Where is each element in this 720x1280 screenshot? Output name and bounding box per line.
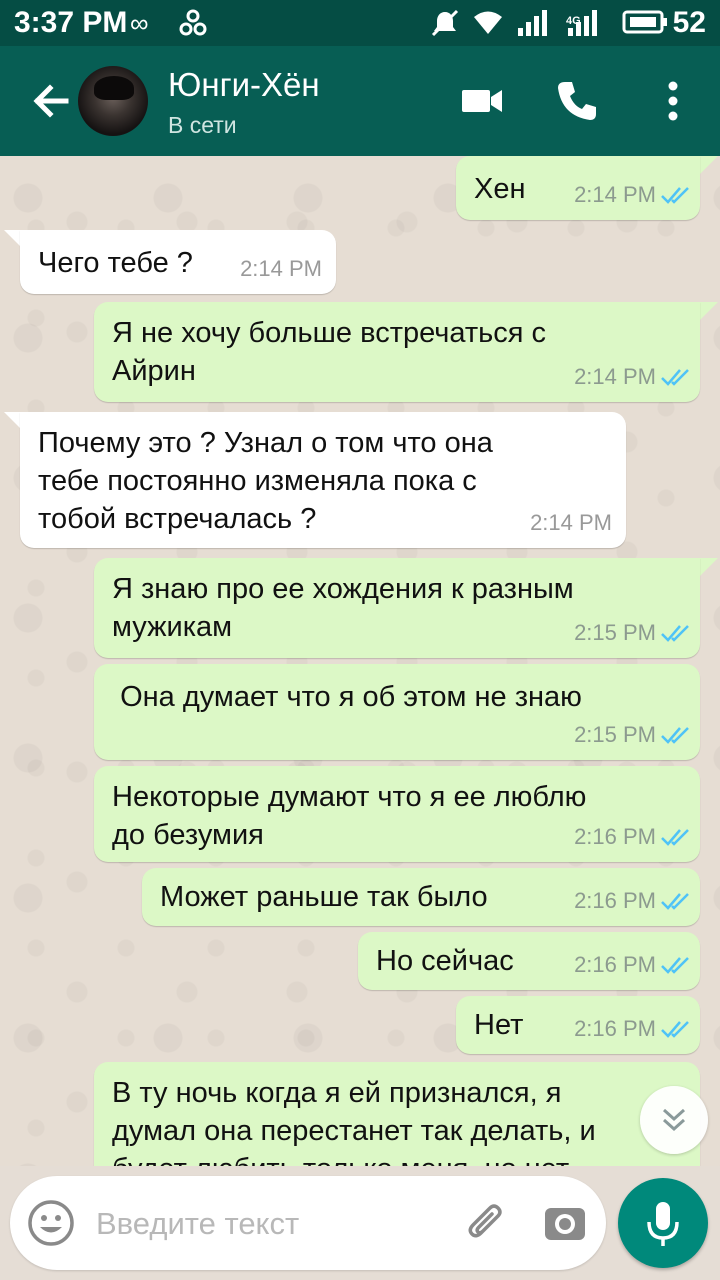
- video-call-button[interactable]: [458, 76, 508, 126]
- message-bubble-incoming[interactable]: Почему это ? Узнал о том что она тебе по…: [20, 412, 626, 548]
- message-meta: 2:16 PM: [574, 946, 692, 984]
- bubble-tail: [700, 302, 718, 320]
- message-text: Может раньше так было: [160, 881, 488, 913]
- battery-icon: [622, 8, 668, 42]
- battery-level: 52: [672, 6, 706, 39]
- double-chevron-down-icon: [662, 1108, 686, 1132]
- infinity-icon: ∞: [130, 8, 149, 38]
- attach-button[interactable]: [462, 1198, 512, 1248]
- camera-icon: [545, 1208, 585, 1240]
- message-bubble-outgoing[interactable]: Может раньше так было 2:16 PM: [142, 868, 700, 926]
- message-time: 2:14 PM: [530, 510, 612, 535]
- message-time: 2:15 PM: [574, 620, 656, 645]
- message-time: 2:16 PM: [574, 824, 656, 849]
- emoji-icon: [28, 1200, 74, 1246]
- microphone-icon: [647, 1202, 679, 1246]
- message-time: 2:15 PM: [574, 722, 656, 747]
- scroll-to-bottom-button[interactable]: [640, 1086, 708, 1154]
- message-text: В ту ночь когда я ей признался, я думал …: [112, 1077, 596, 1166]
- wifi-icon: [472, 8, 504, 42]
- more-options-button[interactable]: [648, 76, 698, 126]
- message-text: Я знаю про ее хождения к разным мужикам: [112, 573, 574, 643]
- emoji-button[interactable]: [26, 1198, 76, 1248]
- camera-button[interactable]: [540, 1198, 590, 1248]
- read-receipt-icon: [661, 369, 689, 386]
- message-bubble-outgoing[interactable]: Нет 2:16 PM: [456, 996, 700, 1054]
- bubble-tail: [700, 558, 718, 576]
- mute-icon: [430, 8, 460, 44]
- chat-messages-area[interactable]: Хен 2:14 PM Чего тебе ? 2:14 PM Я не хоч…: [0, 156, 720, 1166]
- chat-header: Юнги-Хён В сети: [0, 46, 720, 156]
- message-meta: 2:14 PM: [530, 504, 612, 542]
- message-time: 2:14 PM: [240, 256, 322, 281]
- phone-icon: [558, 82, 596, 120]
- message-bubble-outgoing[interactable]: Я знаю про ее хождения к разным мужикам …: [94, 558, 700, 658]
- message-text: Чего тебе ?: [38, 247, 193, 279]
- mic-button[interactable]: [618, 1178, 708, 1268]
- status-time: 3:37 PM: [14, 6, 128, 39]
- message-bubble-outgoing[interactable]: Она думает что я об этом не знаю 2:15 PM: [94, 664, 700, 760]
- message-text: Почему это ? Узнал о том что она тебе по…: [38, 427, 493, 535]
- message-meta: 2:15 PM: [574, 716, 692, 754]
- message-meta: 2:16 PM: [574, 818, 692, 856]
- message-meta: 2:16 PM: [574, 1010, 692, 1048]
- message-bubble-outgoing[interactable]: Но сейчас 2:16 PM: [358, 932, 700, 990]
- read-receipt-icon: [661, 625, 689, 642]
- message-time: 2:14 PM: [574, 182, 656, 207]
- message-time: 2:14 PM: [574, 364, 656, 389]
- message-bubble-outgoing[interactable]: В ту ночь когда я ей признался, я думал …: [94, 1062, 700, 1166]
- voice-call-button[interactable]: [552, 76, 602, 126]
- read-receipt-icon: [661, 957, 689, 974]
- message-text: Нет: [474, 1009, 524, 1041]
- message-text: Хен: [474, 173, 526, 205]
- paperclip-icon: [468, 1204, 502, 1238]
- read-receipt-icon: [661, 1021, 689, 1038]
- message-text: Я не хочу больше встречаться с Айрин: [112, 317, 547, 387]
- message-meta: 2:16 PM: [574, 882, 692, 920]
- video-call-icon: [462, 90, 502, 112]
- contact-name[interactable]: Юнги-Хён: [168, 66, 320, 104]
- message-text: Но сейчас: [376, 945, 514, 977]
- message-meta: 2:14 PM: [574, 176, 692, 214]
- contact-status: В сети: [168, 112, 237, 138]
- message-bubble-outgoing[interactable]: Некоторые думают что я ее люблю до безум…: [94, 766, 700, 862]
- more-vert-icon: [668, 81, 678, 121]
- read-receipt-icon: [661, 187, 689, 204]
- message-time: 2:16 PM: [574, 888, 656, 913]
- bubble-tail: [700, 156, 718, 174]
- read-receipt-icon: [661, 829, 689, 846]
- message-bubble-incoming[interactable]: Чего тебе ? 2:14 PM: [20, 230, 336, 294]
- message-bubble-outgoing[interactable]: Хен 2:14 PM: [456, 156, 700, 220]
- message-composer: [10, 1176, 606, 1270]
- message-meta: 2:15 PM: [574, 614, 692, 652]
- back-arrow-icon: [33, 84, 69, 118]
- back-button[interactable]: [26, 76, 76, 126]
- message-input[interactable]: [94, 1196, 458, 1252]
- message-meta: 2:14 PM: [240, 250, 322, 288]
- message-bubble-outgoing[interactable]: Я не хочу больше встречаться с Айрин 2:1…: [94, 302, 700, 402]
- message-meta: 2:14 PM: [574, 358, 692, 396]
- message-time: 2:16 PM: [574, 952, 656, 977]
- read-receipt-icon: [661, 727, 689, 744]
- signal-icon: [518, 8, 554, 42]
- read-receipt-icon: [661, 893, 689, 910]
- message-text: Она думает что я об этом не знаю: [112, 681, 582, 713]
- usb-icon: [178, 8, 208, 44]
- message-time: 2:16 PM: [574, 1016, 656, 1041]
- avatar[interactable]: [78, 66, 148, 136]
- status-bar: 3:37 PM ∞ 4G 52: [0, 0, 720, 46]
- signal-4g-icon: [568, 8, 604, 42]
- message-text: Некоторые думают что я ее люблю до безум…: [112, 781, 587, 851]
